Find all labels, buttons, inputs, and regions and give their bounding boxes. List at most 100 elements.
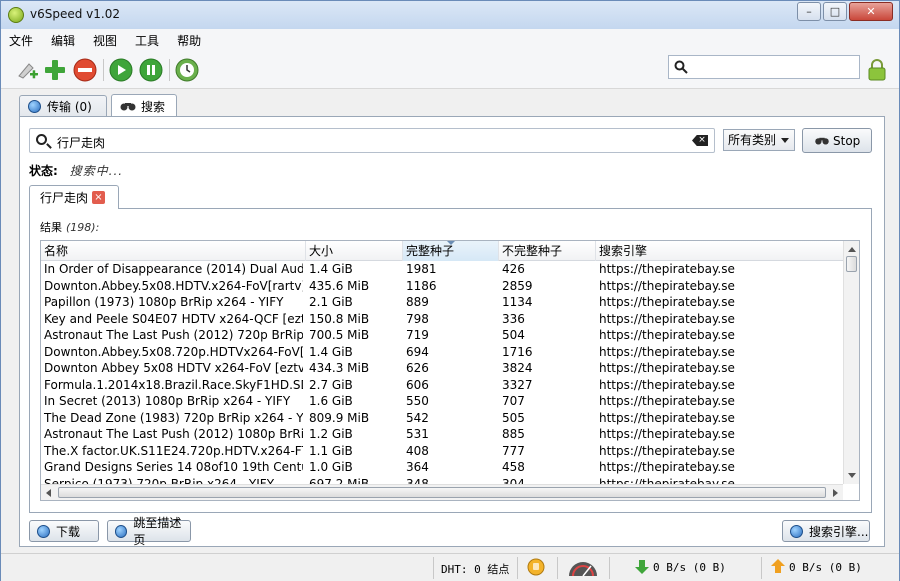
menu-file[interactable]: 文件 (9, 32, 33, 49)
table-row[interactable]: Astronaut The Last Push (2012) 1080p BrR… (41, 426, 843, 443)
cell-size: 1.2 GiB (309, 427, 353, 441)
cell-name: The.X factor.UK.S11E24.720p.HDTV.x264-FT… (44, 443, 303, 458)
cell-name: Downton Abbey 5x08 HDTV x264-FoV [eztv] (44, 361, 303, 375)
filter-search-input[interactable] (668, 55, 860, 79)
start-icon[interactable] (109, 58, 133, 82)
column-header-seeds-label: 完整种子 (406, 244, 455, 258)
scroll-right-icon[interactable] (833, 489, 838, 497)
cell-name: Formula.1.2014x18.Brazil.Race.SkyF1HD.SD (44, 377, 303, 392)
table-row[interactable]: In Secret (2013) 1080p BrRip x264 - YIFY… (41, 393, 843, 410)
cell-name: Astronaut The Last Push (2012) 720p BrRi… (44, 328, 303, 342)
close-button[interactable]: ✕ (849, 2, 893, 21)
menu-edit[interactable]: 编辑 (51, 32, 75, 49)
menu-tools[interactable]: 工具 (135, 32, 159, 49)
cell-engine: https://thepiratebay.se (599, 311, 735, 326)
connection-status-icon[interactable] (527, 558, 545, 576)
stop-button-label: Stop (833, 133, 861, 148)
upload-arrow-icon (771, 559, 785, 573)
cell-leechers: 1134 (502, 295, 533, 309)
cell-seeds: 1186 (406, 278, 437, 293)
column-header-size[interactable]: 大小 (306, 241, 403, 261)
cell-name: Key and Peele S04E07 HDTV x264-QCF [eztv… (44, 311, 303, 326)
search-icon (674, 60, 688, 74)
table-row[interactable]: In Order of Disappearance (2014) Dual Au… (41, 261, 843, 278)
scroll-up-icon[interactable] (848, 247, 856, 252)
table-row[interactable]: Formula.1.2014x18.Brazil.Race.SkyF1HD.SD… (41, 377, 843, 394)
status-value: 搜索中... (69, 164, 124, 178)
table-row[interactable]: The.X factor.UK.S11E24.720p.HDTV.x264-FT… (41, 443, 843, 460)
tab-transfers[interactable]: 传输 (0) (19, 95, 107, 117)
cell-seeds: 542 (406, 410, 429, 425)
menu-view[interactable]: 视图 (93, 32, 117, 49)
cell-size: 1.6 GiB (309, 394, 353, 408)
cell-name: Grand Designs Series 14 08of10 19th Cent… (44, 460, 303, 474)
cell-leechers: 707 (502, 394, 525, 408)
goto-button-label: 跳至描述页 (133, 516, 182, 547)
menu-help[interactable]: 帮助 (177, 32, 201, 49)
table-row[interactable]: The Dead Zone (1983) 720p BrRip x264 - Y… (41, 410, 843, 427)
table-row[interactable]: Downton.Abbey.5x08.720p.HDTVx264-FoV[r..… (41, 344, 843, 361)
clear-search-icon[interactable]: × (692, 135, 708, 146)
dht-status: DHT: 0 结点 (441, 563, 510, 576)
column-header-seeds[interactable]: 完整种子 (403, 241, 499, 261)
download-button[interactable]: 下载 (29, 520, 99, 542)
table-row[interactable]: Downton Abbey 5x08 HDTV x264-FoV [eztv] 4… (41, 360, 843, 377)
cell-size: 1.0 GiB (309, 460, 353, 474)
vertical-scrollbar[interactable] (843, 241, 859, 484)
horizontal-scrollbar[interactable] (41, 484, 843, 500)
results-tab[interactable]: 行尸走肉 × (29, 185, 119, 209)
add-link-icon[interactable] (15, 58, 39, 82)
scrollbar-thumb[interactable] (58, 487, 826, 498)
search-engines-button[interactable]: 搜索引擎... (782, 520, 870, 542)
statusbar-divider (433, 557, 434, 579)
speed-gauge-icon[interactable] (567, 558, 599, 578)
add-torrent-icon[interactable] (43, 58, 67, 82)
category-select[interactable]: 所有类别 (723, 129, 795, 151)
table-header: 名称 大小 完整种子 不完整种子 搜索引擎 (41, 241, 843, 261)
cell-size: 1.4 GiB (309, 344, 353, 359)
search-icon (36, 134, 47, 145)
cell-leechers: 458 (502, 460, 525, 474)
maximize-button[interactable]: □ (823, 2, 847, 21)
download-globe-icon (37, 524, 50, 538)
cell-engine: https://thepiratebay.se (599, 295, 735, 309)
engines-button-label: 搜索引擎... (809, 524, 869, 539)
table-row[interactable]: Downton.Abbey.5x08.HDTV.x264-FoV[rartv] 4… (41, 278, 843, 295)
goto-description-button[interactable]: 跳至描述页 (107, 516, 191, 547)
remove-icon[interactable] (73, 58, 97, 82)
scheduler-clock-icon[interactable] (175, 58, 199, 82)
chevron-down-icon (781, 138, 789, 143)
table-row[interactable]: Papillon (1973) 1080p BrRip x264 - YIFY 2… (41, 294, 843, 311)
table-row[interactable]: Grand Designs Series 14 08of10 19th Cent… (41, 459, 843, 476)
cell-name: In Order of Disappearance (2014) Dual Au… (44, 262, 303, 276)
cell-seeds: 694 (406, 344, 429, 359)
cell-size: 1.1 GiB (309, 443, 353, 458)
column-header-engine[interactable]: 搜索引擎 (596, 241, 843, 261)
cell-seeds: 364 (406, 460, 429, 474)
scroll-down-icon[interactable] (848, 473, 856, 478)
cell-engine: https://thepiratebay.se (599, 443, 735, 458)
cell-size: 2.7 GiB (309, 377, 353, 392)
stop-button[interactable]: Stop (802, 128, 872, 153)
status-bar: DHT: 0 结点 0 B/s (0 B) 0 B/s (0 B) (1, 553, 899, 581)
search-query-input[interactable]: 行尸走肉 × (29, 128, 715, 153)
pause-icon[interactable] (139, 58, 163, 82)
column-header-leechers[interactable]: 不完整种子 (499, 241, 596, 261)
toolbar-divider (169, 59, 170, 81)
tab-search[interactable]: 搜索 (111, 94, 177, 117)
tab-search-label: 搜索 (141, 99, 166, 114)
column-header-name[interactable]: 名称 (41, 241, 306, 261)
statusbar-divider (761, 557, 762, 579)
close-tab-icon[interactable]: × (92, 191, 105, 204)
minimize-button[interactable]: – (797, 2, 821, 21)
results-count-value: (198): (66, 221, 100, 234)
app-window: v6Speed v1.02 – □ ✕ 文件 编辑 视图 工具 帮助 传输 (0… (0, 0, 900, 581)
scrollbar-thumb[interactable] (846, 256, 857, 272)
lock-icon[interactable] (867, 59, 887, 81)
scroll-left-icon[interactable] (46, 489, 51, 497)
download-button-label: 下载 (56, 524, 81, 539)
table-row[interactable]: Astronaut The Last Push (2012) 720p BrRi… (41, 327, 843, 344)
sort-descending-icon (447, 241, 455, 245)
table-row[interactable]: Key and Peele S04E07 HDTV x264-QCF [eztv… (41, 311, 843, 328)
cell-engine: https://thepiratebay.se (599, 427, 735, 441)
